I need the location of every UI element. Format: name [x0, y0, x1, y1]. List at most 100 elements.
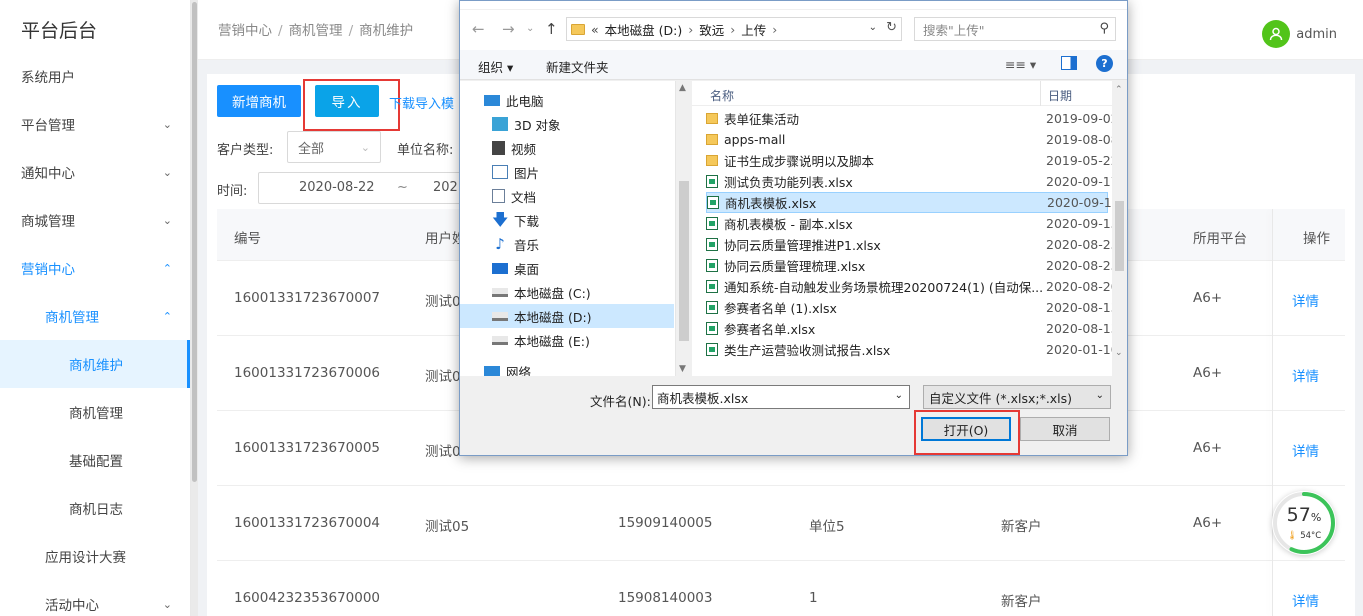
- tree-item-drive-d[interactable]: 本地磁盘 (D:): [460, 304, 674, 328]
- open-button[interactable]: 打开(O): [921, 417, 1011, 441]
- file-row[interactable]: 参赛者名单.xlsx 2020-08-13: [706, 318, 1119, 339]
- sidebar-item-system-users[interactable]: 系统用户: [0, 52, 190, 100]
- add-opportunity-button[interactable]: 新增商机: [217, 85, 301, 117]
- organize-button[interactable]: 组织 ▾: [478, 57, 513, 76]
- excel-file-icon: [706, 175, 718, 188]
- details-link[interactable]: 详情: [1292, 290, 1319, 310]
- file-row[interactable]: 参赛者名单 (1).xlsx 2020-08-13: [706, 297, 1119, 318]
- file-row[interactable]: 商机表模板 - 副本.xlsx 2020-09-15: [706, 213, 1119, 234]
- recent-locations-icon[interactable]: ⌄: [526, 23, 534, 34]
- cell-id: 16001331723670006: [234, 365, 381, 381]
- details-link[interactable]: 详情: [1292, 590, 1319, 610]
- tree-item-3d-objects[interactable]: 3D 对象: [460, 112, 674, 136]
- sidebar-item-marketing-center[interactable]: 营销中心 ⌃: [0, 244, 190, 292]
- temperature-value: 54°C: [1300, 531, 1322, 541]
- tree-item-documents[interactable]: 文档: [460, 184, 674, 208]
- file-row-selected[interactable]: 商机表模板.xlsx 2020-09-15: [706, 192, 1120, 213]
- address-part[interactable]: 本地磁盘 (D:): [605, 20, 683, 39]
- download-template-link[interactable]: 下载导入模: [389, 93, 454, 112]
- tree-scrollbar[interactable]: ▲ ▼: [675, 81, 691, 376]
- tree-item-drive-c[interactable]: 本地磁盘 (C:): [460, 280, 674, 304]
- column-header-name[interactable]: 名称: [710, 87, 734, 104]
- tree-item-label: 文档: [511, 189, 537, 205]
- sidebar-item-activity-center[interactable]: 活动中心 ⌄: [0, 580, 190, 616]
- sidebar-item-mall-management[interactable]: 商城管理 ⌄: [0, 196, 190, 244]
- tree-item-music[interactable]: ♪ 音乐: [460, 232, 674, 256]
- breadcrumb-item[interactable]: 商机管理: [289, 23, 343, 39]
- cell-platform: A6+: [1193, 440, 1223, 456]
- cancel-button[interactable]: 取消: [1020, 417, 1110, 441]
- tree-item-drive-e[interactable]: 本地磁盘 (E:): [460, 328, 674, 352]
- scrollbar-thumb[interactable]: [1115, 201, 1124, 271]
- sidebar-item-opportunity-log[interactable]: 商机日志: [0, 484, 190, 532]
- chevron-down-icon: ⌄: [162, 117, 172, 131]
- file-row-folder[interactable]: 表单征集活动 2019-09-02: [706, 108, 1119, 129]
- address-part[interactable]: 致远: [699, 20, 724, 39]
- dialog-titlebar[interactable]: [460, 1, 1127, 9]
- download-icon: 🡇: [492, 210, 509, 229]
- scroll-up-icon[interactable]: ▲: [679, 83, 686, 93]
- sidebar-item-notification-center[interactable]: 通知中心 ⌄: [0, 148, 190, 196]
- breadcrumb-item[interactable]: 营销中心: [218, 23, 272, 39]
- scroll-up-icon[interactable]: ⌃: [1115, 85, 1123, 95]
- user-menu[interactable]: admin: [1262, 20, 1337, 48]
- sidebar-item-app-design-contest[interactable]: 应用设计大赛: [0, 532, 190, 580]
- chevron-down-icon[interactable]: ⌄: [895, 390, 903, 401]
- tree-item-network[interactable]: 网络: [460, 359, 674, 376]
- customer-type-select[interactable]: 全部 ⌄: [287, 131, 381, 163]
- import-button[interactable]: 导入: [315, 85, 379, 117]
- details-link[interactable]: 详情: [1292, 440, 1319, 460]
- column-divider[interactable]: [1040, 81, 1041, 106]
- tree-item-pictures[interactable]: 图片: [460, 160, 674, 184]
- search-input[interactable]: 搜索"上传" ⚲: [914, 17, 1116, 41]
- file-row[interactable]: 测试负责功能列表.xlsx 2020-09-17: [706, 171, 1119, 192]
- scrollbar-thumb[interactable]: [192, 2, 197, 482]
- chevron-down-icon[interactable]: ⌄: [869, 22, 877, 33]
- excel-file-icon: [706, 238, 718, 251]
- sidebar-item-opportunity-admin[interactable]: 商机管理: [0, 388, 190, 436]
- back-icon[interactable]: ←: [472, 20, 485, 38]
- file-row[interactable]: 协同云质量管理推进P1.xlsx 2020-08-25: [706, 234, 1119, 255]
- sidebar-item-opportunity-management[interactable]: 商机管理 ⌃: [0, 292, 190, 340]
- view-options-icon[interactable]: ≡≡ ▾: [1005, 57, 1036, 72]
- file-type-select[interactable]: 自定义文件 (*.xlsx;*.xls) ⌄: [923, 385, 1111, 409]
- tree-item-downloads[interactable]: 🡇 下载: [460, 208, 674, 232]
- file-row-folder[interactable]: apps-mall 2019-08-08: [706, 129, 1119, 150]
- preview-pane-icon[interactable]: [1061, 56, 1077, 70]
- file-row[interactable]: 通知系统-自动触发业务场景梳理20200724(1) (自动保... 2020-…: [706, 276, 1119, 297]
- search-icon[interactable]: ⚲: [1099, 21, 1109, 36]
- column-header-date[interactable]: 日期: [1048, 87, 1072, 104]
- address-part[interactable]: 上传: [741, 20, 766, 39]
- sidebar-item-opportunity-maintenance[interactable]: 商机维护: [0, 340, 190, 388]
- date-range-picker[interactable]: 2020-08-22 ~ 202(: [258, 172, 478, 204]
- file-row[interactable]: 类生产运营验收测试报告.xlsx 2020-01-10: [706, 339, 1119, 360]
- address-separator: ›: [730, 21, 736, 37]
- sidebar-scrollbar[interactable]: [191, 0, 198, 616]
- tree-item-videos[interactable]: 视频: [460, 136, 674, 160]
- file-row-folder[interactable]: 证书生成步骤说明以及脚本 2019-05-22: [706, 150, 1119, 171]
- tree-item-desktop[interactable]: 桌面: [460, 256, 674, 280]
- forward-icon[interactable]: →: [502, 20, 515, 38]
- address-bar[interactable]: « 本地磁盘 (D:) › 致远 › 上传 › ⌄ ↻: [566, 17, 902, 41]
- avatar[interactable]: [1262, 20, 1291, 48]
- date-start[interactable]: 2020-08-22: [299, 180, 375, 195]
- details-link[interactable]: 详情: [1292, 365, 1319, 385]
- scroll-down-icon[interactable]: ▼: [679, 364, 686, 374]
- file-date: 2020-09-17: [1046, 174, 1119, 189]
- up-icon[interactable]: ↑: [545, 20, 558, 38]
- performance-widget[interactable]: 57% 🌡 54°C: [1272, 491, 1336, 555]
- scrollbar-thumb[interactable]: [679, 181, 689, 341]
- tree-item-this-pc[interactable]: 此电脑: [460, 88, 674, 112]
- help-icon[interactable]: ?: [1096, 55, 1113, 72]
- file-date: 2019-09-02: [1046, 111, 1119, 126]
- file-name-input[interactable]: 商机表模板.xlsx ⌄: [652, 385, 910, 409]
- address-overflow[interactable]: «: [591, 22, 599, 37]
- sidebar-item-basic-config[interactable]: 基础配置: [0, 436, 190, 484]
- refresh-icon[interactable]: ↻: [886, 20, 897, 35]
- file-row[interactable]: 协同云质量管理梳理.xlsx 2020-08-25: [706, 255, 1119, 276]
- scroll-down-icon[interactable]: ⌄: [1115, 348, 1123, 358]
- sidebar-item-platform-management[interactable]: 平台管理 ⌄: [0, 100, 190, 148]
- new-folder-button[interactable]: 新建文件夹: [546, 57, 609, 76]
- file-type-value: 自定义文件 (*.xlsx;*.xls): [929, 390, 1073, 406]
- file-list-scrollbar[interactable]: ⌃ ⌄: [1112, 81, 1127, 376]
